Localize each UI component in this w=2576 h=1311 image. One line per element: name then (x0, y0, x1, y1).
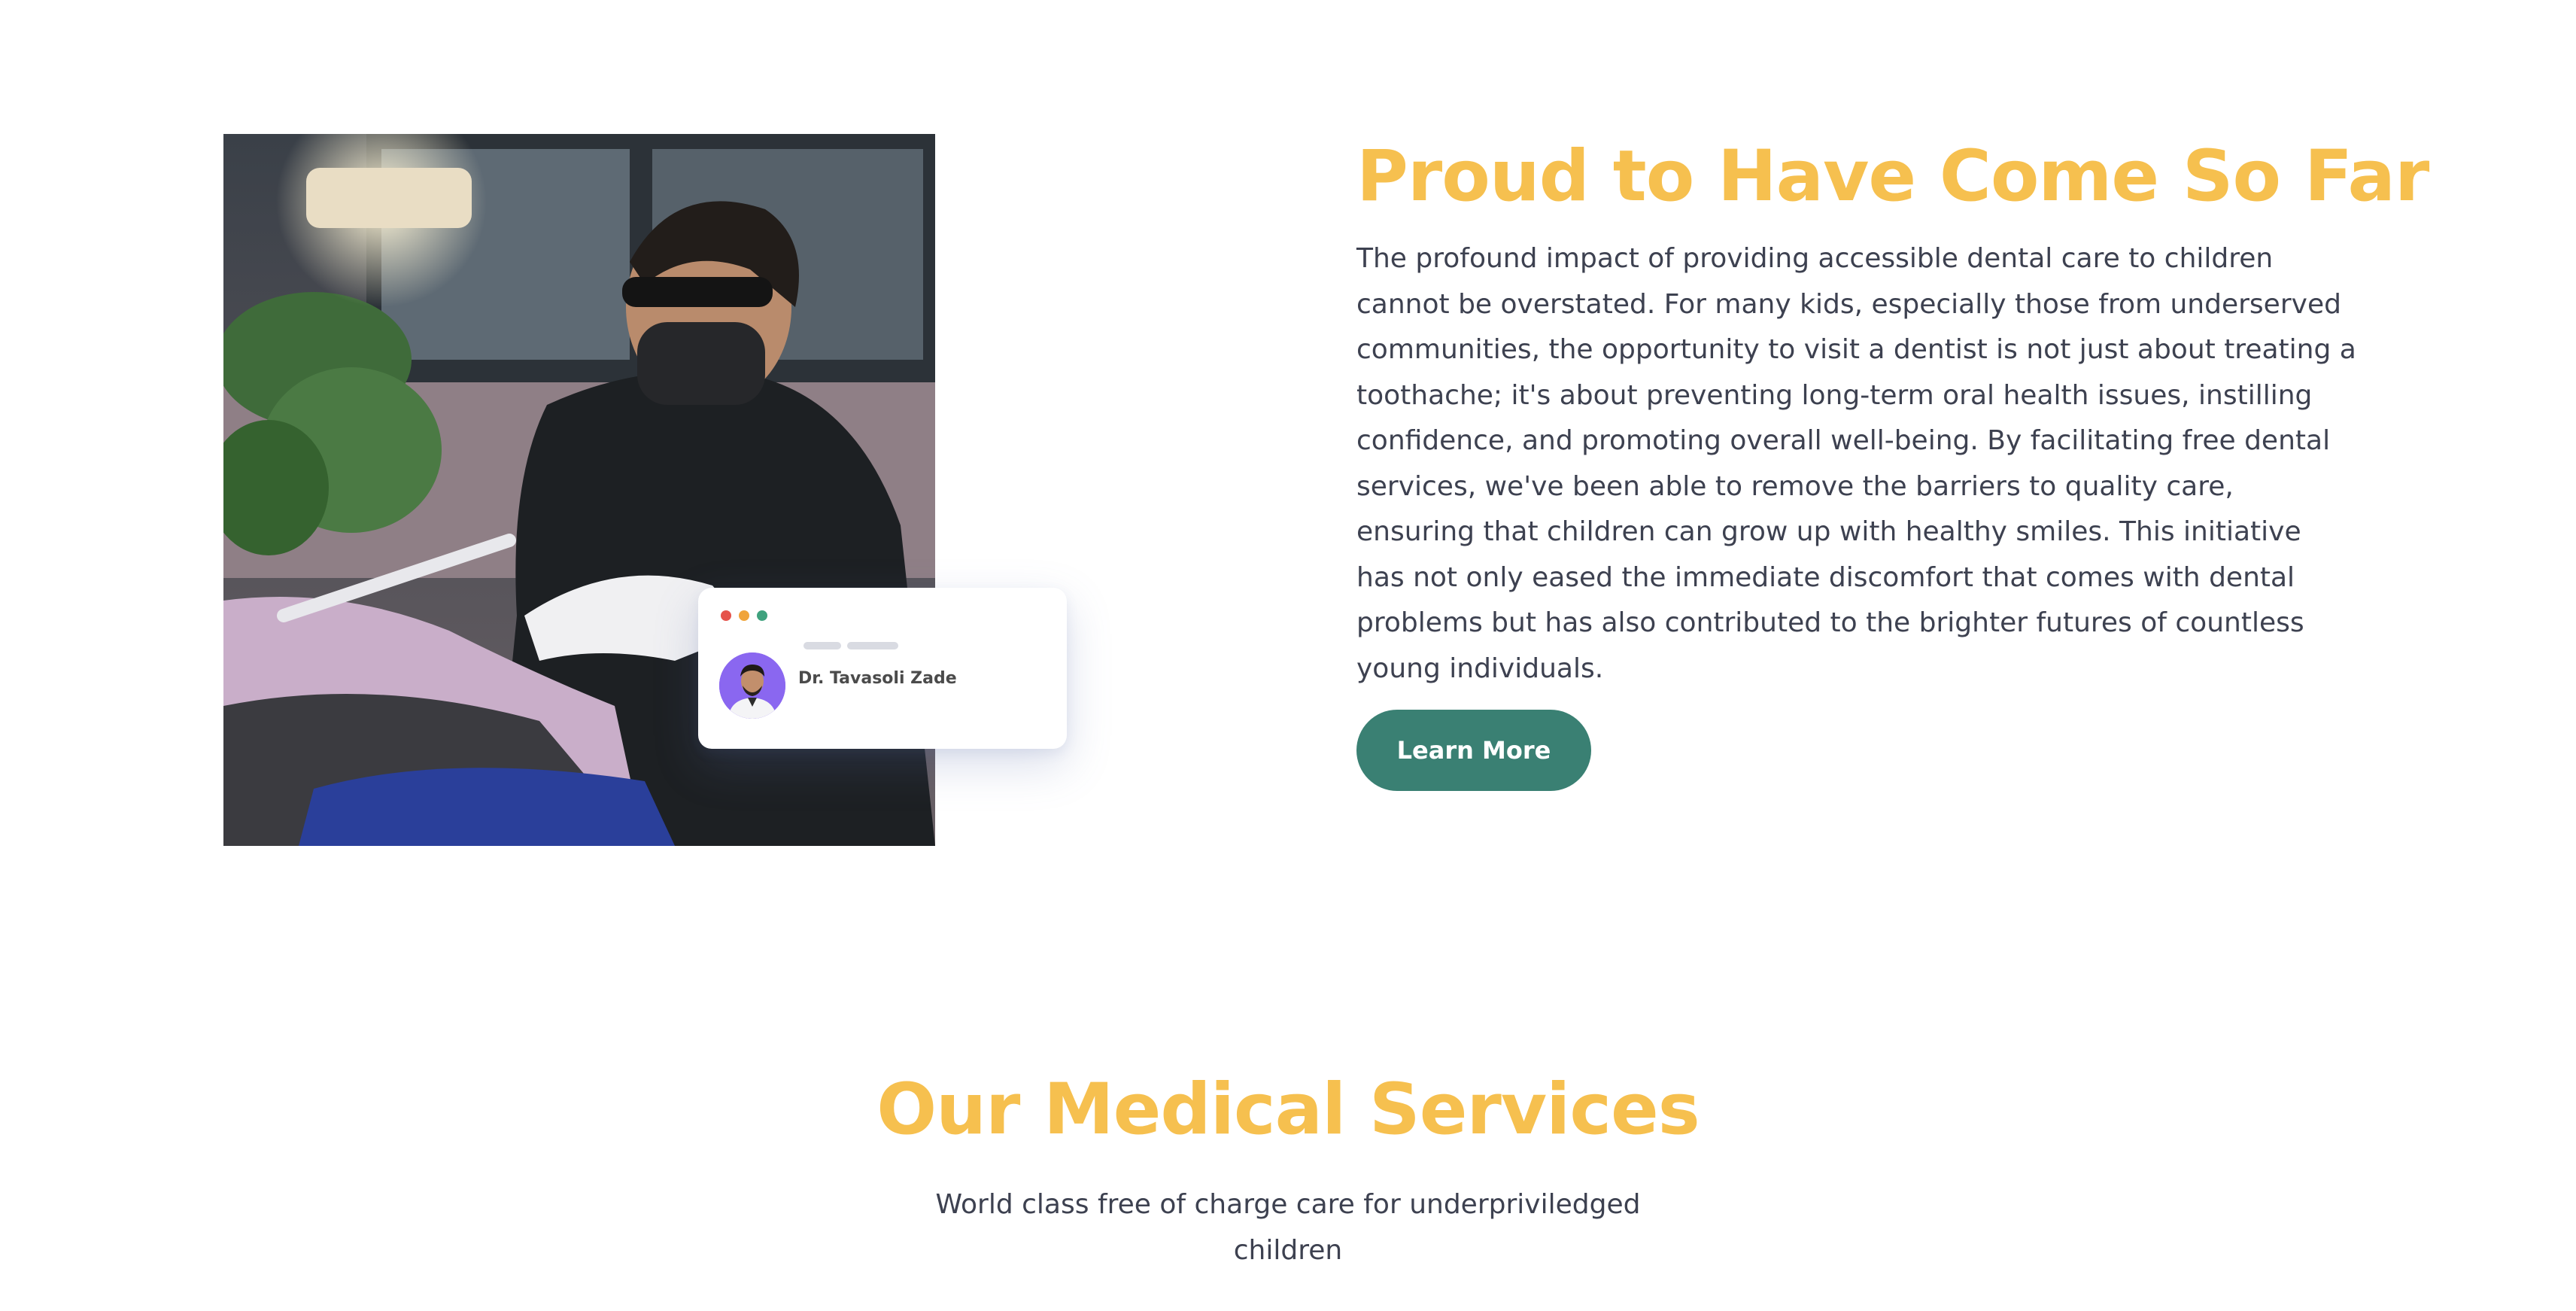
services-title: Our Medical Services (876, 1069, 1700, 1151)
learn-more-button[interactable]: Learn More (1356, 710, 1591, 791)
intro-section: Proud to Have Come So Far The profound i… (1356, 128, 2429, 692)
red-dot-icon (721, 610, 731, 621)
section-title: Proud to Have Come So Far (1356, 135, 2429, 217)
services-subtitle: World class free of charge care for unde… (935, 1189, 1641, 1266)
doctor-name: Dr. Tavasoli Zade (798, 669, 957, 688)
orange-dot-icon (739, 610, 749, 621)
section-body: The profound impact of providing accessi… (1356, 243, 2356, 684)
window-dots (721, 610, 767, 621)
placeholder-bar (803, 642, 841, 649)
placeholder-bar (847, 642, 898, 649)
doctor-card: Dr. Tavasoli Zade (698, 588, 1067, 749)
page: Dr. Tavasoli Zade Proud to Have Come So … (0, 0, 2576, 1311)
doctor-avatar-icon (719, 652, 785, 719)
doctor-avatar-image (719, 652, 785, 719)
green-dot-icon (757, 610, 767, 621)
